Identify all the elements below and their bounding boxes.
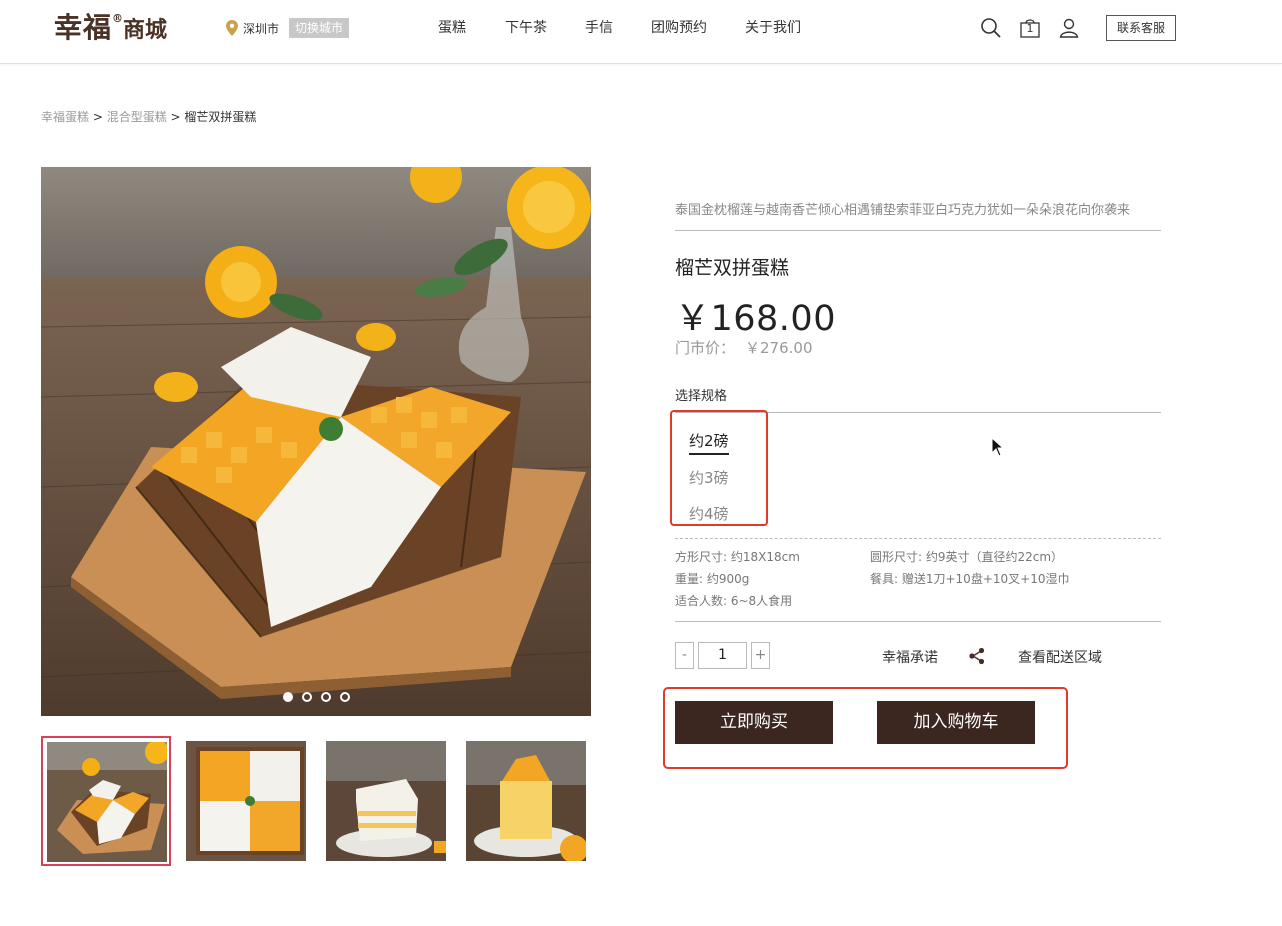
carousel-dot[interactable] bbox=[282, 692, 293, 702]
thumbnail-strip bbox=[41, 736, 591, 866]
info-round-size: 圆形尺寸: 约9英寸（直径约22cm） bbox=[870, 550, 1064, 564]
info-square-size: 方形尺寸: 约18X18cm bbox=[675, 550, 800, 564]
nav-item-group-order[interactable]: 团购预约 bbox=[651, 18, 707, 38]
divider bbox=[675, 538, 1161, 539]
search-icon[interactable] bbox=[980, 17, 1002, 39]
logo-registered-mark: ® bbox=[112, 12, 124, 25]
user-icon[interactable] bbox=[1058, 17, 1080, 39]
thumbnail-1[interactable] bbox=[41, 736, 171, 866]
thumbnail-image bbox=[326, 741, 446, 861]
breadcrumb-link-cakes[interactable]: 幸福蛋糕 bbox=[41, 110, 89, 124]
product-price: ￥168.00 bbox=[675, 299, 836, 339]
nav-item-afternoon-tea[interactable]: 下午茶 bbox=[505, 18, 547, 38]
thumbnail-image bbox=[466, 741, 586, 861]
breadcrumb-separator: > bbox=[166, 110, 185, 124]
contact-service-button[interactable]: 联系客服 bbox=[1106, 15, 1176, 41]
divider bbox=[675, 621, 1161, 622]
product-title: 榴芒双拼蛋糕 bbox=[675, 257, 790, 279]
logo-sub-text: 商城 bbox=[123, 17, 168, 43]
mouse-cursor-icon bbox=[991, 437, 1005, 457]
cake-photo bbox=[41, 167, 591, 716]
location-selector: 深圳市 切换城市 bbox=[226, 18, 350, 38]
carousel-dots bbox=[41, 692, 591, 702]
product-main-image[interactable] bbox=[41, 167, 591, 716]
product-tagline: 泰国金枕榴莲与越南香芒倾心相遇铺垫索菲亚白巧克力犹如一朵朵浪花向你袭来 bbox=[675, 199, 1161, 231]
delivery-area-link[interactable]: 查看配送区域 bbox=[1018, 647, 1102, 667]
carousel-dot[interactable] bbox=[320, 692, 331, 702]
site-header: 幸福 ® 商城 深圳市 切换城市 蛋糕 下午茶 手信 团购预约 关于我们 1 联… bbox=[0, 0, 1282, 64]
thumbnail-4[interactable] bbox=[461, 736, 591, 866]
spec-option-4lb[interactable]: 约4磅 bbox=[689, 503, 729, 524]
breadcrumb-link-mixed-cakes[interactable]: 混合型蛋糕 bbox=[107, 110, 167, 124]
cart-count: 1 bbox=[1026, 22, 1034, 35]
market-price-value: ￥276.00 bbox=[745, 339, 813, 357]
buy-now-button[interactable]: 立即购买 bbox=[675, 701, 833, 744]
current-city: 深圳市 bbox=[243, 21, 280, 36]
site-logo[interactable]: 幸福 ® 商城 bbox=[54, 10, 167, 50]
breadcrumb-current: 榴芒双拼蛋糕 bbox=[184, 110, 257, 124]
breadcrumb: 幸福蛋糕 > 混合型蛋糕 > 榴芒双拼蛋糕 bbox=[41, 108, 256, 125]
breadcrumb-separator: > bbox=[89, 110, 107, 124]
carousel-dot[interactable] bbox=[339, 692, 350, 702]
switch-city-button[interactable]: 切换城市 bbox=[289, 18, 350, 38]
spec-section-label: 选择规格 bbox=[675, 385, 1161, 413]
market-price: 门市价： ￥276.00 bbox=[675, 337, 813, 358]
logo-main-text: 幸福 bbox=[54, 11, 113, 44]
thumbnail-image bbox=[186, 741, 306, 861]
quantity-decrease-button[interactable]: - bbox=[675, 642, 694, 669]
spec-option-3lb[interactable]: 约3磅 bbox=[689, 467, 729, 488]
location-pin-icon bbox=[226, 20, 238, 36]
cart-button[interactable]: 1 bbox=[1019, 17, 1041, 39]
nav-item-about-us[interactable]: 关于我们 bbox=[745, 18, 801, 38]
info-servings: 适合人数: 6~8人食用 bbox=[675, 594, 793, 608]
spec-option-2lb[interactable]: 约2磅 bbox=[689, 430, 729, 455]
thumbnail-image bbox=[47, 742, 167, 862]
nav-item-cake[interactable]: 蛋糕 bbox=[438, 18, 466, 38]
info-weight: 重量: 约900g bbox=[675, 572, 750, 586]
quantity-input[interactable]: 1 bbox=[698, 642, 747, 669]
carousel-dot[interactable] bbox=[301, 692, 312, 702]
thumbnail-3[interactable] bbox=[321, 736, 451, 866]
add-to-cart-button[interactable]: 加入购物车 bbox=[877, 701, 1035, 744]
thumbnail-2[interactable] bbox=[181, 736, 311, 866]
share-icon[interactable] bbox=[968, 647, 986, 665]
quantity-stepper: - 1 + bbox=[675, 642, 770, 669]
nav-item-gifts[interactable]: 手信 bbox=[585, 18, 613, 38]
info-tableware: 餐具: 赠送1刀+10盘+10叉+10湿巾 bbox=[870, 572, 1070, 586]
happiness-promise-link[interactable]: 幸福承诺 bbox=[882, 647, 938, 667]
market-price-label: 门市价： bbox=[675, 339, 736, 357]
quantity-increase-button[interactable]: + bbox=[751, 642, 770, 669]
main-nav: 蛋糕 下午茶 手信 团购预约 关于我们 bbox=[438, 18, 839, 38]
